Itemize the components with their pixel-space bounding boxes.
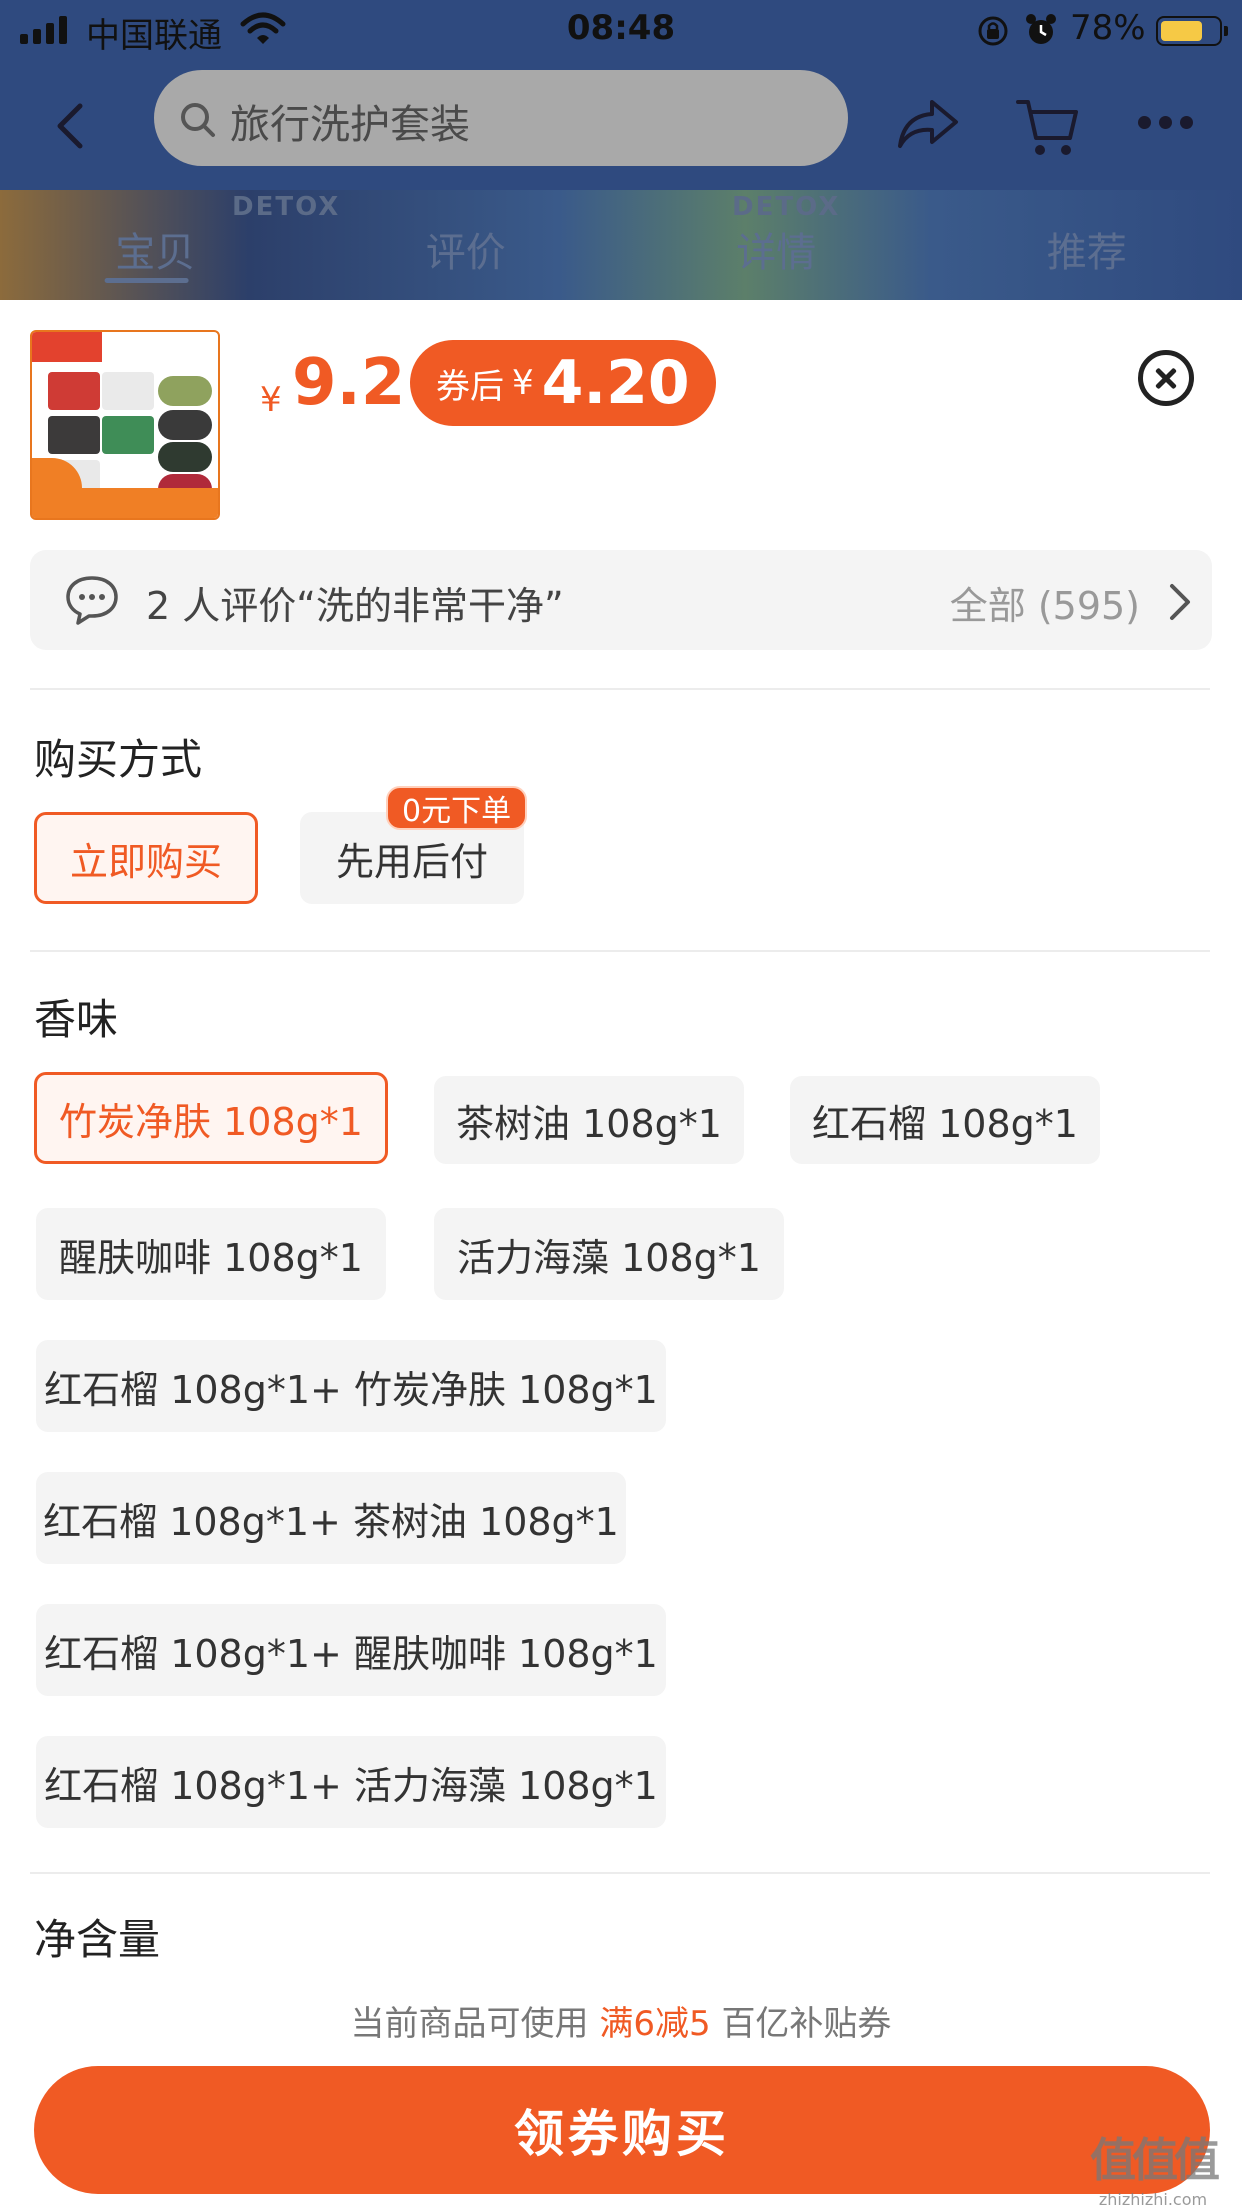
divider — [30, 688, 1210, 690]
scent-option[interactable]: 红石榴 108g*1 — [790, 1076, 1100, 1164]
all-reviews-link[interactable]: 全部 (595) — [950, 575, 1140, 630]
back-arrow-icon[interactable] — [52, 96, 102, 156]
scent-option[interactable]: 醒肤咖啡 108g*1 — [36, 1208, 386, 1300]
coupon-price: 4.20 — [541, 348, 690, 418]
product-thumbnail[interactable] — [30, 330, 220, 520]
net-content-title: 净含量 — [34, 1915, 161, 1964]
product-tabs: 宝贝 评价 详情 推荐 — [0, 220, 1242, 300]
coupon-price-badge: 券后 ¥ 4.20 — [410, 340, 716, 426]
review-summary-bar[interactable]: 2 人评价“洗的非常干净” 全部 (595) — [30, 550, 1212, 650]
scent-title: 香味 — [34, 995, 119, 1044]
scent-option[interactable]: 活力海藻 108g*1 — [434, 1208, 784, 1300]
battery-percent: 78% — [1070, 8, 1146, 48]
page-header-backdrop: 中国联通 08:48 78% 旅行洗护套装 DETOX DETOX 宝贝 评价 … — [0, 0, 1242, 300]
scent-option[interactable]: 竹炭净肤 108g*1 — [34, 1072, 388, 1164]
claim-coupon-buy-button[interactable]: 领券购买 — [34, 2066, 1210, 2194]
chat-bubble-icon — [64, 574, 120, 630]
coupon-label: 券后 — [436, 366, 504, 407]
product-price: 9.2 — [292, 346, 406, 420]
option-buy-now[interactable]: 立即购买 — [34, 812, 258, 904]
scent-option[interactable]: 红石榴 108g*1+ 竹炭净肤 108g*1 — [36, 1340, 666, 1432]
tab-recommend[interactable]: 推荐 — [932, 220, 1242, 300]
divider — [30, 950, 1210, 952]
hint-highlight: 满6减5 — [599, 2004, 711, 2044]
scent-option[interactable]: 红石榴 108g*1+ 茶树油 108g*1 — [36, 1472, 626, 1564]
watermark-logo: 值值值 zhizhizhi.com — [1090, 2124, 1220, 2208]
search-input[interactable]: 旅行洗护套装 — [154, 70, 848, 166]
scent-option[interactable]: 红石榴 108g*1+ 醒肤咖啡 108g*1 — [36, 1604, 666, 1696]
tab-details[interactable]: 详情 — [621, 220, 932, 300]
review-summary-text: 2 人评价“洗的非常干净” — [146, 584, 564, 628]
chevron-right-icon — [1168, 582, 1192, 626]
status-bar: 中国联通 08:48 78% — [0, 0, 1242, 60]
price-currency: ¥ — [260, 380, 282, 420]
tab-reviews[interactable]: 评价 — [311, 220, 622, 300]
sku-selector-sheet: ¥ 9.2 券后 ¥ 4.20 2 人评价“洗的非常干净” 全部 (595) 购… — [0, 300, 1242, 2208]
zero-down-badge: 0元下单 — [386, 786, 528, 830]
hero-brand-text: DETOX — [732, 192, 841, 222]
search-icon — [178, 100, 218, 144]
alarm-icon — [1024, 12, 1058, 52]
watermark-text: 值值值 — [1090, 2133, 1220, 2187]
hint-suffix: 百亿补贴券 — [721, 2004, 892, 2044]
purchase-method-title: 购买方式 — [34, 735, 203, 784]
share-icon[interactable] — [896, 96, 960, 156]
close-icon[interactable] — [1138, 350, 1194, 406]
cart-icon[interactable] — [1014, 96, 1080, 162]
rotation-lock-icon — [976, 14, 1010, 52]
watermark-url: zhizhizhi.com — [1098, 2190, 1208, 2208]
divider — [30, 1872, 1210, 1874]
search-query: 旅行洗护套装 — [230, 102, 470, 148]
scent-option[interactable]: 红石榴 108g*1+ 活力海藻 108g*1 — [36, 1736, 666, 1828]
more-icon[interactable] — [1138, 116, 1193, 129]
coupon-currency: ¥ — [512, 363, 534, 403]
nav-bar: 旅行洗护套装 — [0, 60, 1242, 190]
battery-icon — [1156, 16, 1228, 46]
hero-brand-text: DETOX — [232, 192, 341, 222]
coupon-hint: 当前商品可使用 满6减5 百亿补贴券 — [0, 1996, 1242, 2045]
scent-option[interactable]: 茶树油 108g*1 — [434, 1076, 744, 1164]
tab-baobei[interactable]: 宝贝 — [0, 220, 311, 300]
hint-prefix: 当前商品可使用 — [350, 2004, 589, 2044]
